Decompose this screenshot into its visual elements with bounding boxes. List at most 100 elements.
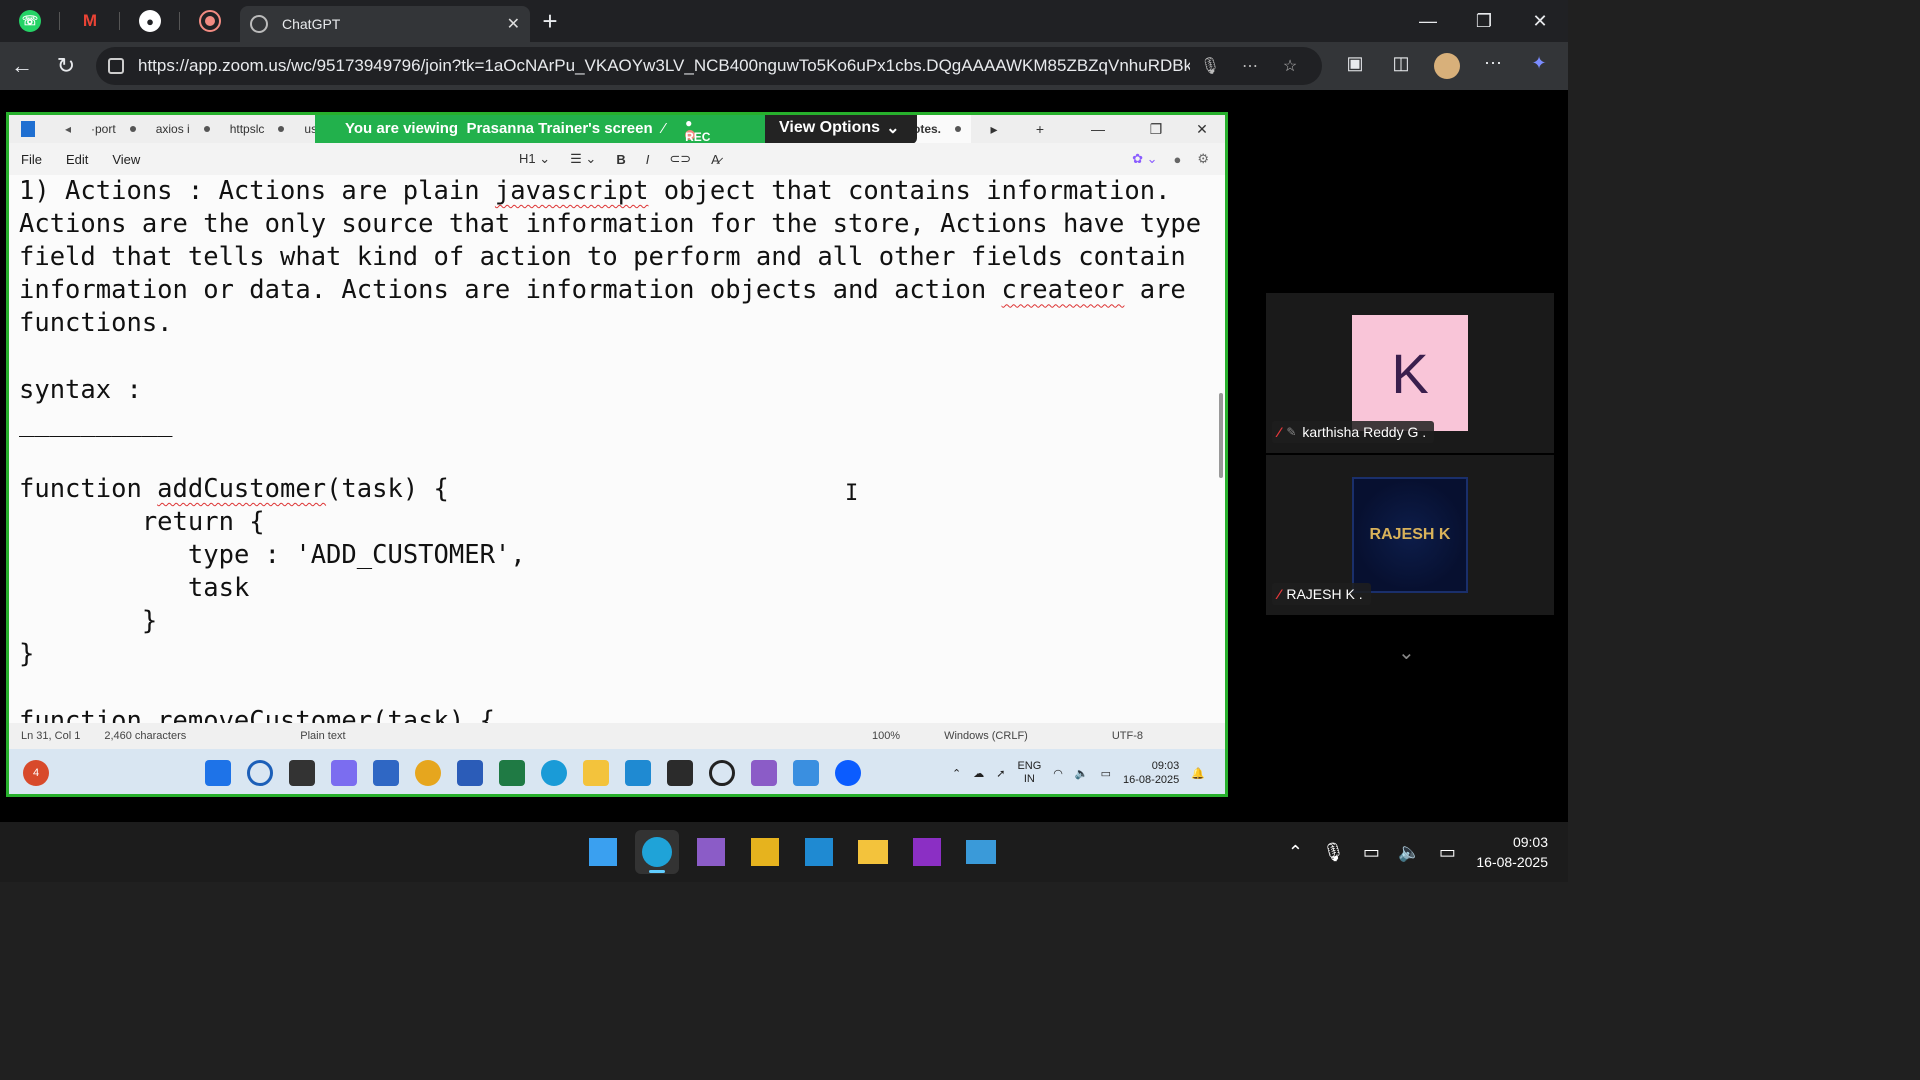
view-options-button[interactable]: View Options ⌄ — [765, 115, 917, 144]
browser-tab-strip: ☏ M ● ChatGPT ✕ + — ❐ ✕ — [0, 0, 1568, 42]
vscode-icon[interactable] — [797, 830, 841, 874]
copilot-icon[interactable] — [331, 760, 357, 786]
notepad-tab[interactable]: ·port — [81, 122, 146, 136]
battery-icon[interactable]: ▭ — [1428, 842, 1466, 863]
microphone-icon[interactable]: 🎙 — [1314, 842, 1352, 863]
scroll-tabs-right-icon[interactable]: ▸ — [971, 121, 1017, 138]
minimize-button[interactable]: — — [1400, 11, 1456, 32]
chrome-icon[interactable] — [415, 760, 441, 786]
task-view-icon[interactable] — [289, 760, 315, 786]
word-icon[interactable] — [457, 760, 483, 786]
participant-tile[interactable]: K ⁄ ✎ karthisha Reddy G . — [1266, 293, 1554, 453]
visual-studio-icon[interactable] — [751, 760, 777, 786]
misspelled-word[interactable]: addCustomer — [157, 474, 326, 504]
search-icon[interactable] — [247, 760, 273, 786]
windows-start-icon[interactable] — [205, 760, 231, 786]
show-hidden-icons-icon[interactable]: ⌃ — [1276, 842, 1314, 863]
link-icon[interactable]: ⊂⊃ — [659, 151, 701, 167]
restore-button[interactable]: ❐ — [1456, 11, 1512, 32]
menu-edit[interactable]: Edit — [54, 152, 100, 167]
terminal-icon[interactable] — [667, 760, 693, 786]
notepad-tab[interactable]: httpslc — [220, 122, 295, 136]
location-icon[interactable]: ➚ — [990, 767, 1011, 780]
whatsapp-icon: ☏ — [19, 10, 41, 32]
italic-icon[interactable]: I — [636, 152, 660, 167]
pinned-tab-github[interactable]: ● — [120, 0, 180, 42]
settings-menu-icon[interactable]: ⋯ — [1470, 53, 1516, 79]
volume-icon[interactable]: 🔈 — [1390, 842, 1428, 863]
clock[interactable]: 09:03 16-08-2025 — [1476, 832, 1548, 872]
new-tab-button[interactable]: + — [530, 6, 570, 37]
more-icon[interactable]: ⋯ — [1230, 56, 1270, 76]
wifi-icon[interactable]: ◠ — [1047, 767, 1069, 780]
participant-tile[interactable]: RAJESH K ⁄ RAJESH K . — [1266, 455, 1554, 615]
remote-clock[interactable]: 09:03 16-08-2025 — [1117, 759, 1185, 787]
pinned-tab-whatsapp[interactable]: ☏ — [0, 0, 60, 42]
url-text[interactable]: https://app.zoom.us/wc/95173949796/join?… — [138, 56, 1190, 76]
volume-icon[interactable]: 🔈 — [1069, 767, 1095, 780]
pinned-tab-recording[interactable] — [180, 0, 240, 42]
extension-icon[interactable]: ▣ — [1332, 53, 1378, 79]
network-icon[interactable]: ▭ — [1352, 842, 1390, 863]
microphone-icon[interactable]: 🎙 — [1190, 56, 1230, 76]
notepad-minimize-button[interactable]: — — [1063, 121, 1133, 137]
split-screen-icon[interactable]: ◫ — [1378, 53, 1424, 79]
battery-icon[interactable]: ▭ — [1095, 767, 1117, 780]
close-tab-icon[interactable]: ✕ — [507, 14, 520, 34]
favorite-star-icon[interactable]: ☆ — [1270, 56, 1310, 76]
window-controls: — ❐ ✕ — [1400, 11, 1568, 32]
reload-icon[interactable]: ↻ — [44, 53, 88, 79]
editor-content[interactable]: 1) Actions : Actions are plain javascrip… — [19, 175, 1215, 723]
onedrive-icon[interactable]: ☁ — [967, 767, 990, 780]
chevron-down-icon[interactable]: ⌄ — [1398, 640, 1415, 665]
language-indicator[interactable]: ENG IN — [1011, 760, 1047, 786]
visual-studio-icon[interactable] — [689, 830, 733, 874]
edge-icon[interactable] — [541, 760, 567, 786]
chatgpt-icon[interactable] — [709, 760, 735, 786]
new-notepad-tab-button[interactable]: + — [1017, 121, 1063, 137]
notepad-tab[interactable]: axios i — [146, 122, 220, 136]
edge-icon[interactable] — [635, 830, 679, 874]
pinned-tab-gmail[interactable]: M — [60, 0, 120, 42]
notepad-close-button[interactable]: ✕ — [1179, 121, 1225, 138]
notepad-maximize-button[interactable]: ❐ — [1133, 121, 1179, 138]
clear-format-icon[interactable]: A̷ — [701, 152, 730, 167]
list-icon[interactable]: ☰ ⌄ — [560, 151, 606, 167]
show-hidden-icons-icon[interactable]: ⌃ — [946, 767, 967, 780]
zoom-icon[interactable] — [835, 760, 861, 786]
copilot-icon[interactable]: ✦ — [1516, 53, 1562, 79]
account-icon[interactable]: ● — [1165, 152, 1189, 167]
windows-start-icon[interactable] — [581, 830, 625, 874]
settings-icon[interactable]: ⚙ — [1189, 151, 1217, 167]
copilot-icon[interactable]: ✿ ⌄ — [1124, 151, 1165, 167]
notification-icon[interactable]: 🔔 — [1185, 767, 1211, 780]
remote-date: 16-08-2025 — [1123, 774, 1180, 786]
scroll-tabs-left-icon[interactable]: ◂ — [55, 122, 81, 136]
notepad-icon[interactable] — [793, 760, 819, 786]
vertical-scrollbar[interactable] — [1219, 393, 1223, 478]
misspelled-word[interactable]: createor — [1002, 275, 1125, 305]
file-explorer-icon[interactable] — [851, 830, 895, 874]
onenote-icon[interactable] — [905, 830, 949, 874]
address-bar[interactable]: https://app.zoom.us/wc/95173949796/join?… — [96, 47, 1322, 85]
menu-file[interactable]: File — [9, 152, 54, 167]
store-icon[interactable] — [373, 760, 399, 786]
back-icon[interactable]: ← — [0, 53, 44, 79]
tab-chatgpt[interactable]: ChatGPT ✕ — [240, 6, 530, 42]
snipping-tool-icon[interactable] — [743, 830, 787, 874]
vscode-icon[interactable] — [625, 760, 651, 786]
site-info-icon[interactable] — [108, 58, 124, 74]
browser-toolbar: ▣ ◫ ⋯ ✦ — [1332, 53, 1562, 79]
menu-view[interactable]: View — [100, 152, 152, 167]
bold-icon[interactable]: B — [606, 152, 635, 167]
heading-select[interactable]: H1 ⌄ — [509, 151, 560, 167]
cursor-position: Ln 31, Col 1 — [21, 730, 81, 742]
text-editor[interactable]: 1) Actions : Actions are plain javascrip… — [9, 175, 1225, 723]
remote-desktop-icon[interactable] — [959, 830, 1003, 874]
file-explorer-icon[interactable] — [583, 760, 609, 786]
excel-icon[interactable] — [499, 760, 525, 786]
close-window-button[interactable]: ✕ — [1512, 11, 1568, 32]
misspelled-word[interactable]: javascript — [495, 176, 649, 206]
profile-avatar[interactable] — [1434, 53, 1460, 79]
chevron-down-icon: ⌄ — [886, 120, 900, 137]
